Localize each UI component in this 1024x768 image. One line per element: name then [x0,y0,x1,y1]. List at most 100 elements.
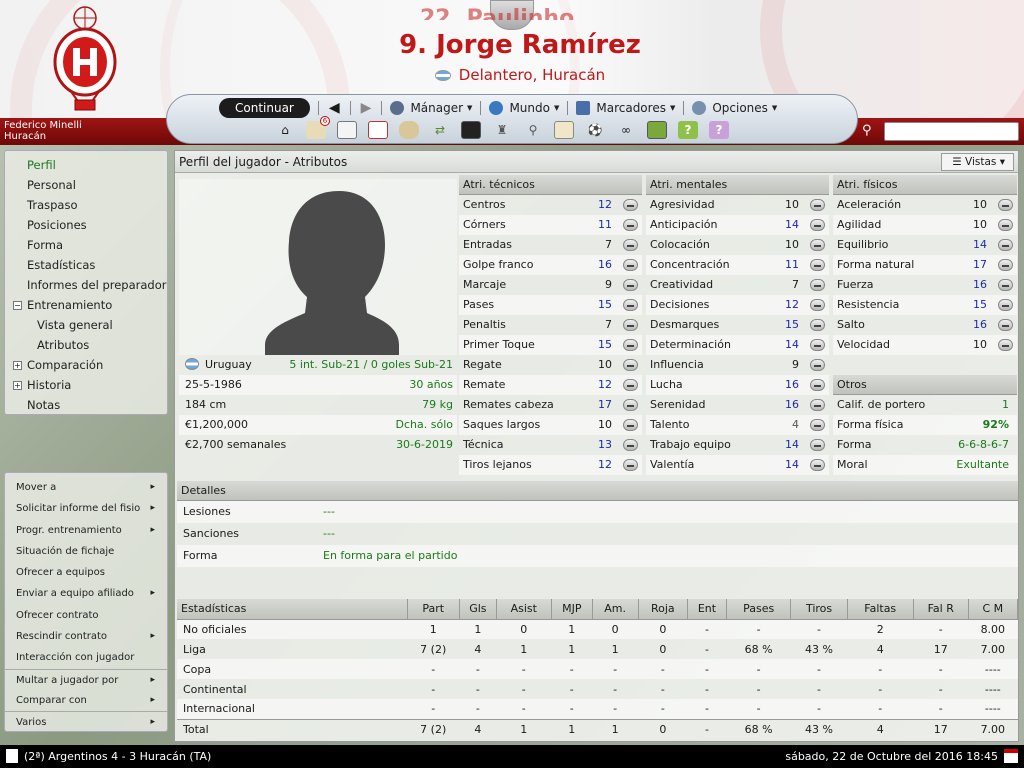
attribute-toggle-button[interactable] [810,319,825,331]
clipboard-icon[interactable] [554,121,574,139]
attribute-toggle-button[interactable] [623,379,638,391]
action-varios[interactable]: Varios ▸ [5,711,167,732]
action-enviar-afiliado[interactable]: Enviar a equipo afiliado ▸ [5,583,167,604]
calendar-icon[interactable] [368,121,388,139]
stats-column-header[interactable]: Part [407,599,460,620]
stats-column-header[interactable]: Fal R [913,599,969,620]
attribute-toggle-button[interactable] [810,359,825,371]
attribute-toggle-button[interactable] [623,259,638,271]
stats-column-header[interactable]: Estadísticas [177,599,408,620]
sidebar-item-entrenamiento[interactable]: − Entrenamiento [5,295,167,315]
home-icon[interactable]: ⌂ [275,121,295,139]
finances-icon[interactable] [647,121,667,139]
attribute-toggle-button[interactable] [998,199,1013,211]
sidebar-item-forma[interactable]: Forma [5,235,167,255]
action-interaccion[interactable]: Interacción con jugador [5,647,167,668]
attribute-toggle-button[interactable] [998,279,1013,291]
stats-column-header[interactable]: Am. [592,599,639,620]
back-arrow-icon[interactable]: ◀ [319,100,350,116]
binoculars-icon[interactable]: ∞ [616,121,636,139]
attribute-toggle-button[interactable] [998,219,1013,231]
attribute-toggle-button[interactable] [810,459,825,471]
stats-column-header[interactable]: Roja [638,599,689,620]
sidebar-item-notas[interactable]: Notas [5,395,167,415]
trophy-icon[interactable]: ♜ [492,121,512,139]
collapse-icon[interactable]: − [13,301,22,310]
attribute-toggle-button[interactable] [810,199,825,211]
stats-column-header[interactable]: Faltas [847,599,914,620]
forward-arrow-icon[interactable]: ▶ [351,100,382,116]
attribute-toggle-button[interactable] [810,339,825,351]
attribute-toggle-button[interactable] [623,359,638,371]
continue-button[interactable]: Continuar [219,98,310,118]
sidebar-item-comparacion[interactable]: + Comparación [5,355,167,375]
action-ofrecer-equipos[interactable]: Ofrecer a equipos [5,562,167,583]
action-multar[interactable]: Multar a jugador por ▸ [5,668,167,690]
attribute-toggle-button[interactable] [623,279,638,291]
search-input[interactable] [884,122,1019,141]
stats-icon[interactable] [461,121,481,139]
attribute-toggle-button[interactable] [623,419,638,431]
action-progr-entrenamiento[interactable]: Progr. entrenamiento ▸ [5,520,167,541]
inbox-icon[interactable]: 6 [306,116,330,139]
sidebar-item-informes[interactable]: Informes del preparador [5,275,167,295]
sidebar-item-atributos[interactable]: Atributos [5,335,167,355]
stats-column-header[interactable]: C M [968,599,1019,620]
attribute-toggle-button[interactable] [810,419,825,431]
match-icon[interactable]: ⚽ [585,121,605,139]
attribute-toggle-button[interactable] [623,319,638,331]
sidebar-item-posiciones[interactable]: Posiciones [5,215,167,235]
attribute-toggle-button[interactable] [623,299,638,311]
news-icon[interactable] [337,121,357,139]
latest-match-result[interactable]: (2ª) Argentinos 4 - 3 Huracán (TA) [24,750,211,763]
sidebar-item-historia[interactable]: + Historia [5,375,167,395]
attribute-toggle-button[interactable] [623,339,638,351]
stats-column-header[interactable]: MJP [551,599,593,620]
faq-icon[interactable]: ? [709,121,729,139]
action-solicitar-informe[interactable]: Solicitar informe del fisio ▸ [5,498,167,519]
search-players-icon[interactable]: ⚲ [523,121,543,139]
attribute-toggle-button[interactable] [623,239,638,251]
menu-bookmarks[interactable]: Marcadores ▼ [568,101,683,115]
sidebar-item-traspaso[interactable]: Traspaso [5,195,167,215]
attribute-toggle-button[interactable] [623,459,638,471]
tactics-icon[interactable]: ⇄ [430,121,450,139]
calendar-icon[interactable] [1004,749,1018,763]
sidebar-item-vista-general[interactable]: Vista general [5,315,167,335]
action-ofrecer-contrato[interactable]: Ofrecer contrato [5,605,167,626]
attribute-toggle-button[interactable] [810,239,825,251]
attribute-toggle-button[interactable] [810,379,825,391]
sidebar-item-estadisticas[interactable]: Estadísticas [5,255,167,275]
stats-column-header[interactable]: Gls [459,599,497,620]
menu-manager[interactable]: Mánager ▼ [382,101,480,115]
stats-column-header[interactable]: Asist [496,599,552,620]
attribute-toggle-button[interactable] [623,219,638,231]
attribute-toggle-button[interactable] [810,399,825,411]
action-mover-a[interactable]: Mover a ▸ [5,477,167,498]
attribute-toggle-button[interactable] [810,279,825,291]
expand-icon[interactable]: + [13,381,22,390]
stats-column-header[interactable]: Ent [687,599,727,620]
attribute-toggle-button[interactable] [998,239,1013,251]
attribute-toggle-button[interactable] [810,259,825,271]
attribute-toggle-button[interactable] [623,199,638,211]
attribute-toggle-button[interactable] [998,299,1013,311]
action-comparar[interactable]: Comparar con ▸ [5,690,167,711]
attribute-toggle-button[interactable] [623,399,638,411]
attribute-toggle-button[interactable] [998,319,1013,331]
stats-column-header[interactable]: Tiros [790,599,848,620]
attribute-toggle-button[interactable] [623,439,638,451]
attribute-toggle-button[interactable] [998,259,1013,271]
notebook-icon[interactable] [6,749,18,763]
menu-world[interactable]: Mundo ▼ [481,101,567,115]
attribute-toggle-button[interactable] [810,439,825,451]
sidebar-item-personal[interactable]: Personal [5,175,167,195]
squad-icon[interactable] [399,121,419,139]
action-rescindir-contrato[interactable]: Rescindir contrato ▸ [5,626,167,647]
expand-icon[interactable]: + [13,361,22,370]
sidebar-item-perfil[interactable]: Perfil [5,155,167,175]
stats-column-header[interactable]: Pases [726,599,792,620]
attribute-toggle-button[interactable] [810,299,825,311]
action-situacion-fichaje[interactable]: Situación de fichaje [5,541,167,562]
vistas-button[interactable]: ☰ Vistas ▾ [941,153,1014,171]
